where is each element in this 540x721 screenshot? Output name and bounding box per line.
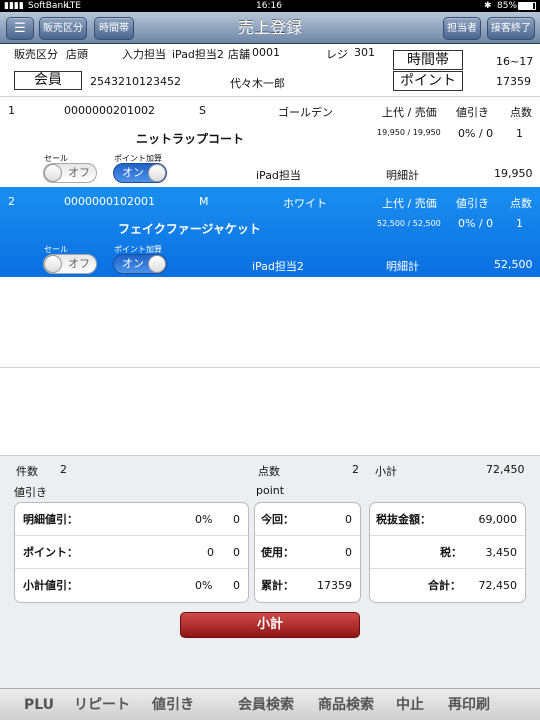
- count-value: 2: [60, 463, 67, 476]
- tab-discount[interactable]: 値引き: [152, 689, 194, 721]
- divider: [0, 367, 540, 368]
- input-staff-value: iPad担当2: [172, 48, 224, 61]
- clock: 16:16: [256, 1, 282, 11]
- divider: [0, 96, 540, 97]
- item-staff: iPad担当2: [252, 260, 304, 273]
- price-header: 上代 / 売価: [382, 106, 437, 119]
- qty-header: 点数: [510, 197, 532, 210]
- point-row: 使用： 0: [255, 536, 360, 569]
- item-code: 0000000102001: [64, 195, 155, 208]
- tax-row: 税： 3,450: [370, 536, 525, 569]
- tax-row: 合計： 72,450: [428, 579, 517, 592]
- sales-category-button[interactable]: 販売区分: [39, 17, 87, 40]
- item-index: 1: [8, 104, 15, 117]
- input-staff-label: 入力担当: [122, 48, 166, 61]
- item-name: フェイクファージャケット: [118, 222, 261, 236]
- item-size: S: [199, 104, 206, 117]
- network-label: LTE: [66, 1, 81, 11]
- price-header: 上代 / 売価: [382, 197, 437, 210]
- item-discount: 0% / 0: [458, 217, 494, 230]
- battery-percent: 85%: [497, 1, 518, 11]
- discount-row[interactable]: ポイント： 0 0: [15, 536, 248, 569]
- item-staff: iPad担当: [256, 169, 301, 182]
- staff-button[interactable]: 担当者: [443, 17, 481, 40]
- qty-header: 点数: [510, 106, 532, 119]
- point-row: 累計： 17359: [261, 579, 352, 592]
- menu-button[interactable]: ☰: [6, 17, 34, 40]
- carrier-label: SoftBank: [28, 1, 69, 11]
- sales-category-label: 販売区分: [14, 48, 58, 61]
- nav-bar: 売上登録 ☰ 販売区分 時間帯 担当者 接客終了: [0, 12, 540, 44]
- subtotal-value: 72,450: [486, 463, 525, 476]
- tax-panel: 税抜金額： 69,000 税： 3,450 合計： 72,450: [369, 502, 526, 603]
- register-label: レジ: [326, 48, 348, 61]
- member-name: 代々木一郎: [230, 77, 285, 90]
- points-value: 17359: [496, 75, 531, 88]
- signal-icon: ▮▮▮▮: [4, 1, 24, 11]
- point-add-toggle[interactable]: オン: [113, 254, 167, 274]
- store-value: 0001: [252, 46, 280, 59]
- item-subtotal-label: 明細計: [386, 169, 419, 182]
- bottom-toolbar: PLU リピート 値引き 会員検索 商品検索 中止 再印刷: [0, 688, 540, 720]
- item-subtotal: 19,950: [494, 167, 533, 180]
- item-color: ホワイト: [283, 197, 327, 210]
- item-code: 0000000201002: [64, 104, 155, 117]
- hamburger-icon: ☰: [14, 21, 26, 36]
- time-slot-value: 16~17: [496, 55, 534, 68]
- end-service-button[interactable]: 接客終了: [487, 17, 535, 40]
- member-id[interactable]: 2543210123452: [90, 75, 181, 88]
- item-color: ゴールデン: [278, 106, 333, 119]
- sale-toggle[interactable]: オフ: [43, 254, 97, 274]
- time-slot-label: 時間帯: [393, 50, 463, 70]
- points-label: ポイント: [393, 71, 463, 91]
- register-value: 301: [354, 46, 375, 59]
- discount-header: 値引き: [456, 106, 489, 119]
- item-name: ニットラップコート: [136, 132, 245, 146]
- discount-panel: 明細値引： 0% 0 ポイント： 0 0 小計値引： 0% 0: [14, 502, 249, 603]
- item-index: 2: [8, 195, 15, 208]
- tab-reprint[interactable]: 再印刷: [448, 689, 490, 721]
- tab-product-search[interactable]: 商品検索: [318, 689, 374, 721]
- item-price: 19,950 / 19,950: [377, 128, 441, 137]
- total-qty-label: 点数: [258, 465, 280, 478]
- member-label: 会員: [14, 71, 82, 90]
- tax-row: 税抜金額： 69,000: [370, 503, 525, 536]
- time-slot-button[interactable]: 時間帯: [94, 17, 134, 40]
- point-add-toggle[interactable]: オン: [113, 163, 167, 183]
- item-discount: 0% / 0: [458, 127, 494, 140]
- item-size: M: [199, 195, 209, 208]
- item-subtotal: 52,500: [494, 258, 533, 271]
- tab-repeat[interactable]: リピート: [74, 689, 130, 721]
- point-panel: 今回： 0 使用： 0 累計： 17359: [254, 502, 361, 603]
- total-qty-value: 2: [352, 463, 359, 476]
- point-row: 今回： 0: [255, 503, 360, 536]
- discount-header: 値引き: [456, 197, 489, 210]
- tab-plu[interactable]: PLU: [24, 689, 54, 721]
- subtotal-label: 小計: [375, 465, 397, 478]
- tab-member-search[interactable]: 会員検索: [238, 689, 294, 721]
- bluetooth-icon: ✱: [484, 1, 492, 11]
- discount-row[interactable]: 明細値引： 0% 0: [15, 503, 248, 536]
- count-label: 件数: [16, 465, 38, 478]
- store-label: 店舗: [228, 48, 250, 61]
- item-price: 52,500 / 52,500: [377, 219, 441, 228]
- status-bar: ▮▮▮▮ SoftBank LTE 16:16 ✱ 85%: [0, 0, 540, 12]
- sales-category-value: 店頭: [66, 48, 88, 61]
- battery-icon: [518, 2, 536, 10]
- point-title: point: [256, 484, 285, 497]
- item-qty: 1: [516, 217, 523, 230]
- item-qty: 1: [516, 127, 523, 140]
- item-subtotal-label: 明細計: [386, 260, 419, 273]
- subtotal-button[interactable]: 小計: [180, 612, 360, 638]
- tab-cancel[interactable]: 中止: [396, 689, 424, 721]
- line-item-selected[interactable]: 2 0000000102001 M ホワイト 上代 / 売価 値引き 点数 フェ…: [0, 187, 540, 277]
- discount-title: 値引き: [14, 486, 47, 499]
- discount-row[interactable]: 小計値引： 0% 0: [15, 569, 248, 602]
- sale-toggle[interactable]: オフ: [43, 163, 97, 183]
